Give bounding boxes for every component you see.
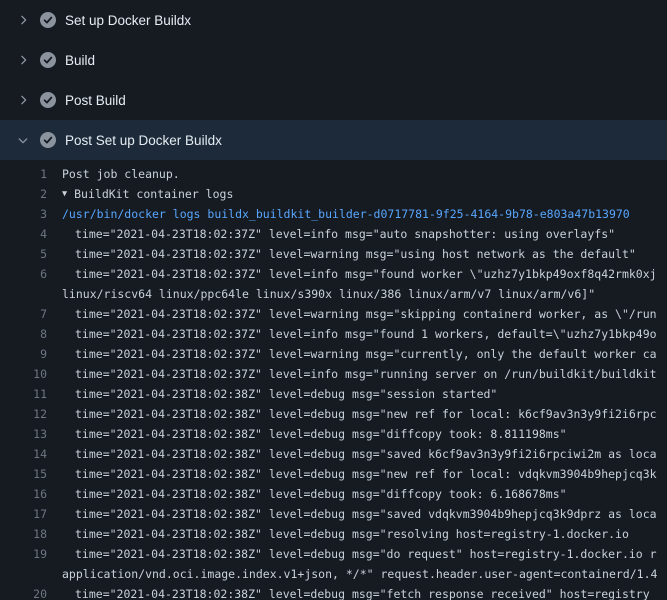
log-text: time="2021-04-23T18:02:38Z" level=debug … (62, 504, 657, 524)
log-line: 7 time="2021-04-23T18:02:37Z" level=warn… (0, 304, 667, 324)
log-line: 17 time="2021-04-23T18:02:38Z" level=deb… (0, 504, 667, 524)
log-text: Post job cleanup. (62, 164, 180, 184)
log-text: time="2021-04-23T18:02:38Z" level=debug … (62, 544, 657, 564)
chevron-icon (15, 52, 31, 68)
step-row-post-build[interactable]: Post Build (0, 80, 667, 120)
log-line: 15 time="2021-04-23T18:02:38Z" level=deb… (0, 464, 667, 484)
step-row-build[interactable]: Build (0, 40, 667, 80)
chevron-icon (15, 12, 31, 28)
log-line: 11 time="2021-04-23T18:02:38Z" level=deb… (0, 384, 667, 404)
log-text: time="2021-04-23T18:02:37Z" level=info m… (62, 224, 615, 244)
check-circle-icon (40, 132, 56, 148)
log-line: 18 time="2021-04-23T18:02:38Z" level=deb… (0, 524, 667, 544)
line-number[interactable]: 1 (0, 164, 62, 184)
log-line: 20 time="2021-04-23T18:02:38Z" level=deb… (0, 584, 667, 600)
actions-log-viewer: Set up Docker Buildx Build Post Buil (0, 0, 667, 600)
line-number[interactable]: 2 (0, 184, 62, 204)
step-label: Set up Docker Buildx (65, 13, 191, 28)
line-number[interactable]: 5 (0, 244, 62, 264)
log-text: time="2021-04-23T18:02:38Z" level=debug … (62, 404, 657, 424)
log-text: /usr/bin/docker logs buildx_buildkit_bui… (62, 204, 630, 224)
log-text: time="2021-04-23T18:02:38Z" level=debug … (62, 384, 497, 404)
step-row-post-set-up-docker-buildx[interactable]: Post Set up Docker Buildx (0, 120, 667, 160)
line-number[interactable]: 10 (0, 364, 62, 384)
steps-list: Set up Docker Buildx Build Post Buil (0, 0, 667, 160)
log-line: 19 time="2021-04-23T18:02:38Z" level=deb… (0, 544, 667, 564)
log-text: application/vnd.oci.image.index.v1+json,… (62, 564, 657, 584)
log-text: time="2021-04-23T18:02:38Z" level=debug … (62, 524, 629, 544)
line-number[interactable]: 4 (0, 224, 62, 244)
check-circle-icon (40, 52, 56, 68)
log-line: 16 time="2021-04-23T18:02:38Z" level=deb… (0, 484, 667, 504)
log-line: linux/riscv64 linux/ppc64le linux/s390x … (0, 284, 667, 304)
chevron-icon (15, 92, 31, 108)
log-line: 13 time="2021-04-23T18:02:38Z" level=deb… (0, 424, 667, 444)
log-line: application/vnd.oci.image.index.v1+json,… (0, 564, 667, 584)
log-line: 6 time="2021-04-23T18:02:37Z" level=info… (0, 264, 667, 284)
step-label: Build (65, 53, 95, 68)
log-line: 10 time="2021-04-23T18:02:37Z" level=inf… (0, 364, 667, 384)
chevron-icon (15, 132, 31, 148)
line-number[interactable]: 18 (0, 524, 62, 544)
log-line: 5 time="2021-04-23T18:02:37Z" level=warn… (0, 244, 667, 264)
step-row-set-up-docker-buildx[interactable]: Set up Docker Buildx (0, 0, 667, 40)
log-line: 1 Post job cleanup. (0, 164, 667, 184)
log-text: time="2021-04-23T18:02:37Z" level=info m… (62, 264, 657, 284)
line-number[interactable]: 17 (0, 504, 62, 524)
line-number[interactable]: 12 (0, 404, 62, 424)
log-line: 8 time="2021-04-23T18:02:37Z" level=info… (0, 324, 667, 344)
log-text: time="2021-04-23T18:02:37Z" level=warnin… (62, 344, 657, 364)
line-number[interactable]: 6 (0, 264, 62, 284)
line-number[interactable]: 3 (0, 204, 62, 224)
line-number[interactable]: 7 (0, 304, 62, 324)
line-number[interactable]: 8 (0, 324, 62, 344)
line-number[interactable]: 13 (0, 424, 62, 444)
check-circle-icon (40, 12, 56, 28)
group-expanded-icon[interactable]: ▼ (62, 184, 67, 204)
log-text: time="2021-04-23T18:02:37Z" level=info m… (62, 364, 657, 384)
line-number[interactable]: 20 (0, 584, 62, 600)
step-label: Post Build (65, 93, 126, 108)
log-text: time="2021-04-23T18:02:38Z" level=debug … (62, 464, 657, 484)
line-number[interactable]: 16 (0, 484, 62, 504)
log-line: 9 time="2021-04-23T18:02:37Z" level=warn… (0, 344, 667, 364)
log-line: 14 time="2021-04-23T18:02:38Z" level=deb… (0, 444, 667, 464)
line-number[interactable]: 15 (0, 464, 62, 484)
line-number[interactable]: 11 (0, 384, 62, 404)
line-number[interactable] (0, 564, 62, 584)
log-text: linux/riscv64 linux/ppc64le linux/s390x … (62, 284, 595, 304)
log-text: BuildKit container logs (74, 184, 233, 204)
line-number[interactable]: 19 (0, 544, 62, 564)
log-line: 2 ▼ BuildKit container logs (0, 184, 667, 204)
check-circle-icon (40, 92, 56, 108)
step-label: Post Set up Docker Buildx (65, 133, 222, 148)
log-text: time="2021-04-23T18:02:38Z" level=debug … (62, 444, 657, 464)
log-text: time="2021-04-23T18:02:38Z" level=debug … (62, 424, 567, 444)
line-number[interactable] (0, 284, 62, 304)
log-text: time="2021-04-23T18:02:38Z" level=debug … (62, 584, 650, 600)
log-text: time="2021-04-23T18:02:37Z" level=warnin… (62, 304, 657, 324)
log-lines: 1 Post job cleanup. 2 ▼ BuildKit contain… (0, 160, 667, 600)
log-line: 12 time="2021-04-23T18:02:38Z" level=deb… (0, 404, 667, 424)
log-line: 3 /usr/bin/docker logs buildx_buildkit_b… (0, 204, 667, 224)
log-text: time="2021-04-23T18:02:38Z" level=debug … (62, 484, 567, 504)
log-text: time="2021-04-23T18:02:37Z" level=warnin… (62, 244, 636, 264)
log-text: time="2021-04-23T18:02:37Z" level=info m… (62, 324, 657, 344)
log-line: 4 time="2021-04-23T18:02:37Z" level=info… (0, 224, 667, 244)
line-number[interactable]: 9 (0, 344, 62, 364)
line-number[interactable]: 14 (0, 444, 62, 464)
